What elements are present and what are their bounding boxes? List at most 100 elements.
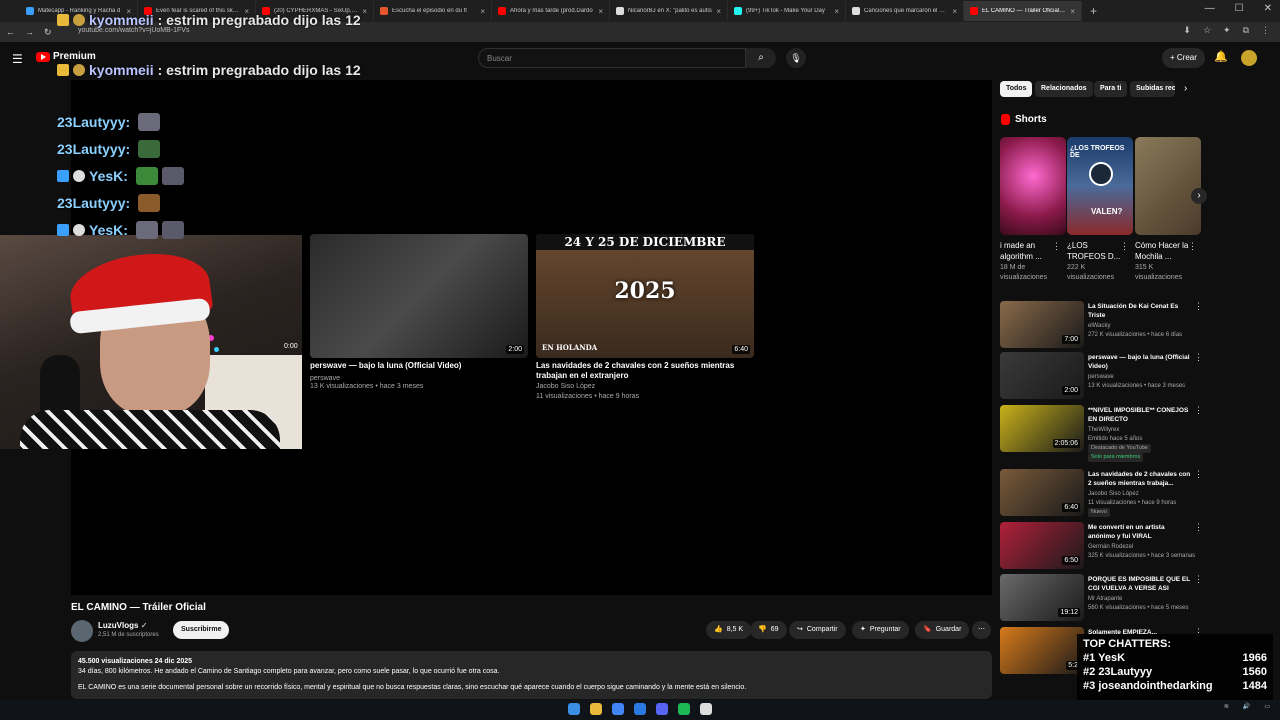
taskbar-app-icon[interactable]	[612, 703, 624, 715]
taskbar-app-icon[interactable]	[656, 703, 668, 715]
dislike-button[interactable]: 👎 69	[750, 621, 787, 639]
recommended-menu-icon[interactable]: ⋮	[1194, 352, 1203, 363]
recommended-menu-icon[interactable]: ⋮	[1194, 405, 1203, 416]
menu-dots-icon[interactable]: ⋮	[1261, 25, 1270, 36]
minimize-icon[interactable]: —	[1205, 3, 1215, 14]
recommended-channel[interactable]: perswave	[1088, 373, 1196, 382]
short-title[interactable]: Cómo Hacer la Mochila ...	[1135, 240, 1193, 262]
more-actions-button[interactable]: ⋯	[972, 621, 991, 639]
recommended-channel[interactable]: Jacobo Siso López	[1088, 490, 1196, 499]
channel-avatar[interactable]	[71, 620, 93, 642]
browser-tab[interactable]: (99+) TikTok - Make Your Day ×	[728, 1, 846, 21]
recommended-title[interactable]: perswave — bajo la luna (Official Video)	[1088, 353, 1192, 371]
youtube-premium-logo[interactable]: Premium	[36, 51, 96, 62]
wifi-icon[interactable]: ≋	[1224, 703, 1229, 710]
address-url[interactable]: youtube.com/watch?v=jUoMB-1FVs	[78, 27, 189, 34]
recommended-channel[interactable]: Mr Atrapante	[1088, 595, 1196, 604]
taskbar-app-icon[interactable]	[700, 703, 712, 715]
channel-name[interactable]: LuzuVlogs ✓	[98, 621, 147, 630]
endscreen-card[interactable]: 24 Y 25 DE DICIEMBRE 2025 EN HOLANDA 6:4…	[536, 234, 754, 358]
short-title[interactable]: ¿LOS TROFEOS D...	[1067, 240, 1125, 262]
recommended-thumbnail[interactable]: 6:50	[1000, 522, 1084, 569]
bookmark-star-icon[interactable]: ☆	[1203, 25, 1211, 36]
recommended-channel[interactable]: Germán Rodezel	[1088, 543, 1196, 552]
chip-all[interactable]: Todos	[1000, 81, 1033, 97]
recommended-menu-icon[interactable]: ⋮	[1194, 301, 1203, 312]
account-avatar[interactable]	[1241, 50, 1257, 66]
ask-button[interactable]: ✦ Preguntar	[852, 621, 909, 639]
recommended-menu-icon[interactable]: ⋮	[1194, 574, 1203, 585]
save-button[interactable]: 🔖 Guardar	[915, 621, 970, 639]
endscreen-card[interactable]: 2:00	[310, 234, 528, 358]
forward-button[interactable]: →	[25, 27, 34, 37]
tab-close-icon[interactable]: ×	[1070, 7, 1075, 16]
subscribe-button[interactable]: Suscribirme	[173, 621, 230, 639]
endscreen-card-title[interactable]: Las navidades de 2 chavales con 2 sueños…	[536, 361, 756, 381]
short-title[interactable]: i made an algorithm ...	[1000, 240, 1058, 262]
endscreen-card-title[interactable]: perswave — bajo la luna (Official Video)	[310, 361, 530, 371]
recommended-meta: 13 K visualizaciones • hace 3 meses	[1088, 383, 1186, 389]
taskbar-app-icon[interactable]	[678, 703, 690, 715]
puzzle-icon[interactable]: ⧉	[1243, 25, 1249, 36]
browser-tab[interactable]: Canciones que marcaron el 202 ×	[846, 1, 964, 21]
tab-close-icon[interactable]: ×	[362, 7, 367, 16]
browser-tab[interactable]: Escucha el episodio en du fl ×	[374, 1, 492, 21]
taskbar-app-icon[interactable]	[568, 703, 580, 715]
chip-related[interactable]: Relacionados	[1035, 81, 1093, 97]
browser-tab[interactable]: EL CAMINO — Tráiler Oficial - Y ×	[964, 1, 1082, 21]
short-menu-icon[interactable]: ⋮	[1188, 241, 1197, 252]
browser-tab[interactable]: Ahora y mas tarde (prod.Dardo ×	[492, 1, 610, 21]
guide-menu-icon[interactable]: ☰	[12, 52, 23, 66]
reload-button[interactable]: ↻	[44, 27, 52, 38]
voice-search-button[interactable]: 🎙	[786, 48, 806, 68]
taskbar-app-icon[interactable]	[634, 703, 646, 715]
recommended-channel[interactable]: TheWillyrex	[1088, 426, 1196, 435]
sub-badge-icon	[73, 64, 85, 76]
chevron-right-icon[interactable]: ›	[1184, 83, 1187, 94]
taskbar-app-icon[interactable]	[590, 703, 602, 715]
close-window-icon[interactable]: ✕	[1264, 3, 1272, 14]
recommended-menu-icon[interactable]: ⋮	[1194, 469, 1203, 480]
extension-icon[interactable]: ✦	[1223, 25, 1231, 36]
recommended-thumbnail[interactable]: 2:05:06	[1000, 405, 1084, 452]
battery-icon[interactable]: ▭	[1264, 703, 1270, 710]
new-tab-button[interactable]: +	[1090, 4, 1097, 18]
short-thumbnail[interactable]	[1135, 137, 1201, 235]
tab-close-icon[interactable]: ×	[598, 7, 603, 16]
tab-close-icon[interactable]: ×	[834, 7, 839, 16]
tab-close-icon[interactable]: ×	[952, 7, 957, 16]
search-input[interactable]: Buscar	[478, 48, 746, 68]
short-menu-icon[interactable]: ⋮	[1120, 241, 1129, 252]
create-button[interactable]: + Crear	[1162, 48, 1205, 68]
browser-tab[interactable]: NicanorBJ en X: "palito es autis ×	[610, 1, 728, 21]
recommended-menu-icon[interactable]: ⋮	[1194, 522, 1203, 533]
short-menu-icon[interactable]: ⋮	[1052, 241, 1061, 252]
like-button[interactable]: 👍 8,5 K	[706, 621, 752, 639]
recommended-thumbnail[interactable]: 7:00	[1000, 301, 1084, 348]
recommended-thumbnail[interactable]: 2:00	[1000, 352, 1084, 399]
tab-close-icon[interactable]: ×	[480, 7, 485, 16]
description-box[interactable]: 45.500 visualizaciones 24 dic 2025 34 dí…	[71, 651, 992, 699]
short-thumbnail[interactable]: ¿LOS TROFEOS DE VALEN?	[1067, 137, 1133, 235]
back-button[interactable]: ←	[6, 27, 15, 37]
search-button[interactable]: ⌕	[746, 48, 776, 68]
maximize-icon[interactable]: ☐	[1235, 3, 1244, 14]
chip-for-you[interactable]: Para ti	[1094, 81, 1128, 97]
tab-close-icon[interactable]: ×	[716, 7, 721, 16]
recommended-title[interactable]: Me convertí en un artista anónimo y fui …	[1088, 523, 1192, 541]
recommended-title[interactable]: Las navidades de 2 chavales con 2 sueños…	[1088, 470, 1192, 488]
short-thumbnail[interactable]	[1000, 137, 1066, 235]
share-button[interactable]: ↪ Compartir	[789, 621, 846, 639]
recommended-thumbnail[interactable]: 19:12	[1000, 574, 1084, 621]
recommended-channel[interactable]: elWacky	[1088, 322, 1196, 331]
recommended-title[interactable]: La Situación De Kai Cenat Es Triste	[1088, 302, 1192, 320]
shorts-next-arrow-icon[interactable]: ›	[1191, 188, 1207, 204]
recommended-thumbnail[interactable]: 6:40	[1000, 469, 1084, 516]
volume-icon[interactable]: 🔊	[1243, 703, 1250, 710]
install-icon[interactable]: ⬇	[1183, 25, 1191, 36]
notifications-bell-icon[interactable]: 🔔	[1214, 50, 1228, 63]
chip-recent-uploads[interactable]: Subidas rec	[1130, 81, 1175, 97]
recommended-title[interactable]: **NIVEL IMPOSIBLE** CONEJOS EN DIRECTO	[1088, 406, 1192, 424]
recommended-thumbnail[interactable]: 5:2	[1000, 627, 1084, 674]
recommended-title[interactable]: PORQUE ES IMPOSIBLE QUE EL CGI VUELVA A …	[1088, 575, 1192, 593]
